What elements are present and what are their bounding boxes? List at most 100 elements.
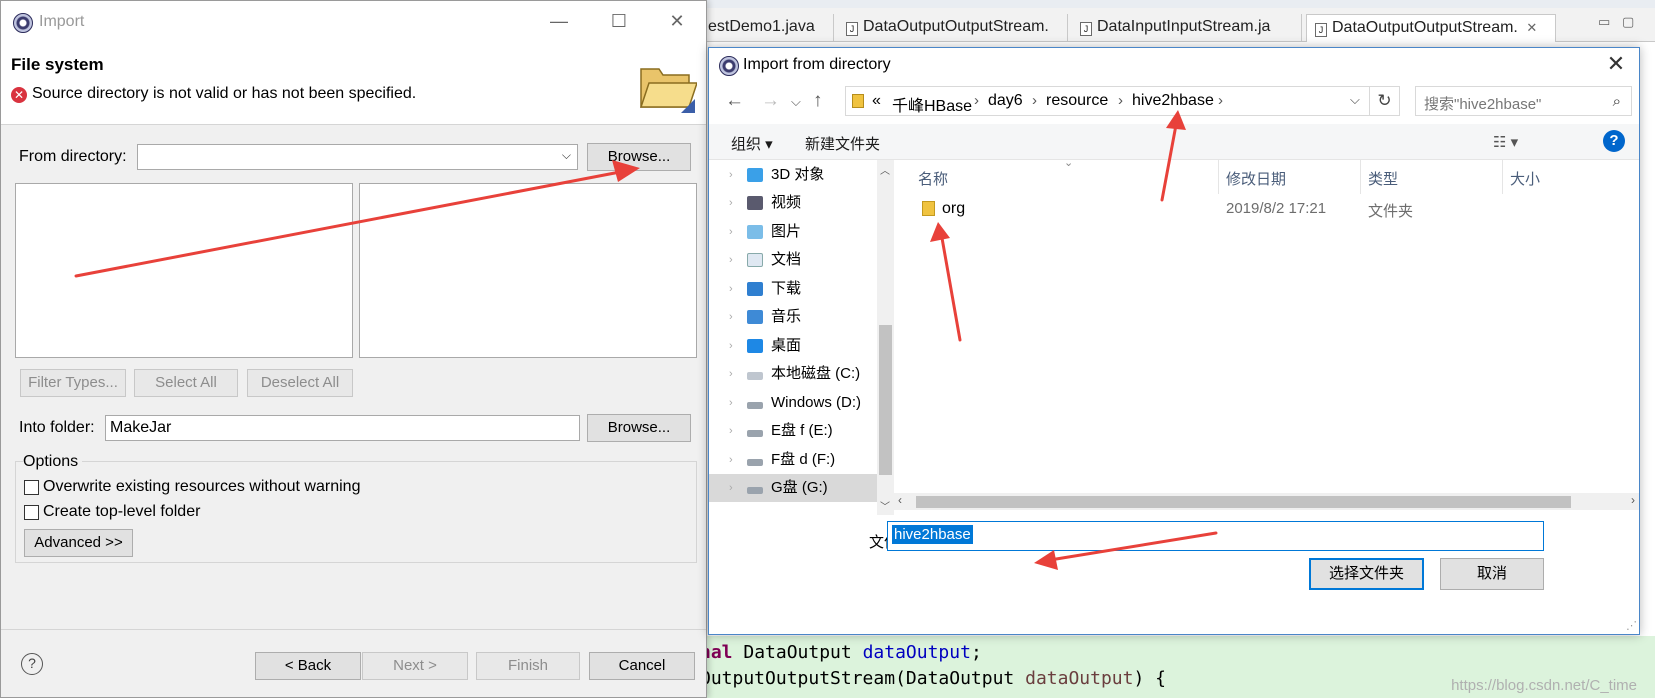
scroll-down-icon[interactable]: ﹀ bbox=[880, 498, 890, 513]
scroll-right-icon[interactable]: › bbox=[1631, 493, 1635, 507]
editor-tab-active[interactable]: J DataOutputOutputStream. ✕ bbox=[1306, 14, 1556, 42]
maximize-view-icon[interactable]: ▢ bbox=[1622, 14, 1634, 30]
view-options-icon[interactable]: ☷ ▾ bbox=[1493, 133, 1518, 151]
up-arrow-icon[interactable]: ↑ bbox=[813, 90, 823, 112]
column-header-modified[interactable]: 修改日期 bbox=[1226, 168, 1286, 189]
scroll-left-icon[interactable]: ‹ bbox=[898, 493, 902, 507]
breadcrumb-separator-icon[interactable]: › bbox=[1118, 92, 1123, 109]
refresh-icon[interactable]: ↻ bbox=[1370, 86, 1400, 116]
expand-chevron-icon[interactable]: › bbox=[729, 189, 733, 217]
nav-scrollbar[interactable]: ︿ ﹀ bbox=[877, 160, 894, 515]
minimize-icon[interactable]: — bbox=[549, 11, 569, 31]
help-icon[interactable]: ? bbox=[1603, 130, 1625, 152]
list-item[interactable]: org 2019/8/2 17:21 文件夹 bbox=[914, 196, 1614, 222]
nav-item-videos[interactable]: › 视频 bbox=[709, 189, 877, 217]
close-icon[interactable]: ✕ bbox=[667, 11, 687, 31]
folder-input[interactable]: hive2hbase bbox=[887, 521, 1544, 551]
nav-item-drive-e[interactable]: › E盘 f (E:) bbox=[709, 417, 877, 445]
horizontal-scrollbar[interactable]: ‹ › bbox=[894, 493, 1639, 510]
finish-button[interactable]: Finish bbox=[476, 652, 580, 680]
column-header-type[interactable]: 类型 bbox=[1368, 168, 1398, 189]
expand-chevron-icon[interactable]: › bbox=[729, 218, 733, 246]
back-arrow-icon[interactable]: ← bbox=[725, 90, 744, 112]
new-folder-button[interactable]: 新建文件夹 bbox=[805, 133, 880, 154]
navigation-pane: › 3D 对象 › 视频 › 图片 › 文档 › 下载 › 音乐 › 桌面 › … bbox=[709, 160, 894, 515]
nav-item-pictures[interactable]: › 图片 bbox=[709, 218, 877, 246]
resize-gripper-icon[interactable]: ⋰ bbox=[1626, 619, 1637, 632]
close-icon[interactable]: ✕ bbox=[1601, 51, 1631, 79]
nav-item-drive-d[interactable]: › Windows (D:) bbox=[709, 389, 877, 417]
search-icon[interactable]: ⌕ bbox=[1613, 93, 1621, 110]
dialog-cancel-button[interactable]: 取消 bbox=[1440, 558, 1544, 590]
editor-tab[interactable]: J DataOutputOutputStream. bbox=[838, 14, 1068, 42]
select-all-button[interactable]: Select All bbox=[134, 369, 238, 397]
expand-chevron-icon[interactable]: › bbox=[729, 360, 733, 388]
column-divider[interactable] bbox=[1502, 160, 1503, 194]
address-bar[interactable]: « 千峰HBase › day6 › resource › hive2hbase… bbox=[845, 86, 1370, 116]
expand-chevron-icon[interactable]: › bbox=[729, 303, 733, 331]
nav-item-label: E盘 f (E:) bbox=[771, 422, 833, 439]
breadcrumb-item[interactable]: 千峰HBase bbox=[892, 92, 972, 116]
column-header-name[interactable]: 名称 bbox=[918, 168, 948, 189]
nav-item-downloads[interactable]: › 下载 bbox=[709, 275, 877, 303]
back-button[interactable]: < Back bbox=[255, 652, 361, 680]
search-input[interactable]: 搜索"hive2hbase" ⌕ bbox=[1415, 86, 1632, 116]
code-type: DataOutput bbox=[732, 642, 863, 663]
breadcrumb-separator-icon[interactable]: › bbox=[974, 92, 979, 109]
nav-item-drive-g[interactable]: › G盘 (G:) bbox=[709, 474, 877, 502]
nav-item-drive-c[interactable]: › 本地磁盘 (C:) bbox=[709, 360, 877, 388]
from-directory-combo[interactable]: ⌵ bbox=[137, 144, 578, 170]
expand-chevron-icon[interactable]: › bbox=[729, 275, 733, 303]
column-divider[interactable] bbox=[1360, 160, 1361, 194]
minimize-view-icon[interactable]: ▭ bbox=[1598, 14, 1610, 30]
nav-item-3d-objects[interactable]: › 3D 对象 bbox=[709, 161, 877, 189]
expand-chevron-icon[interactable]: › bbox=[729, 446, 733, 474]
close-tab-icon[interactable]: ✕ bbox=[1526, 20, 1537, 35]
column-header-size[interactable]: 大小 bbox=[1510, 168, 1540, 189]
browse-into-button[interactable]: Browse... bbox=[587, 414, 691, 442]
code-punct: ) { bbox=[1133, 668, 1166, 689]
expand-chevron-icon[interactable]: › bbox=[729, 161, 733, 189]
organize-menu[interactable]: 组织 ▾ bbox=[731, 133, 773, 154]
browse-from-button[interactable]: Browse... bbox=[587, 143, 691, 171]
editor-tab[interactable]: estDemo1.java bbox=[700, 14, 834, 42]
nav-item-desktop[interactable]: › 桌面 bbox=[709, 332, 877, 360]
nav-item-music[interactable]: › 音乐 bbox=[709, 303, 877, 331]
create-top-level-checkbox[interactable] bbox=[24, 505, 39, 520]
breadcrumb-separator-icon[interactable]: › bbox=[1218, 92, 1223, 109]
maximize-icon[interactable]: ☐ bbox=[609, 11, 629, 31]
file-list[interactable] bbox=[359, 183, 697, 358]
chevron-down-icon[interactable]: ⌵ bbox=[1350, 92, 1360, 108]
recent-locations-chevron-icon[interactable]: ⌵ bbox=[791, 94, 801, 110]
breadcrumb-separator-icon[interactable]: › bbox=[1032, 92, 1037, 109]
error-message: Source directory is not valid or has not… bbox=[32, 85, 417, 102]
deselect-all-button[interactable]: Deselect All bbox=[247, 369, 353, 397]
expand-chevron-icon[interactable]: › bbox=[729, 389, 733, 417]
scroll-up-icon[interactable]: ︿ bbox=[880, 162, 890, 177]
expand-chevron-icon[interactable]: › bbox=[729, 246, 733, 274]
folder-tree-list[interactable] bbox=[15, 183, 353, 358]
help-icon[interactable]: ? bbox=[21, 653, 43, 675]
scrollbar-thumb[interactable] bbox=[879, 325, 892, 475]
error-icon: ✕ bbox=[11, 87, 27, 103]
select-folder-button[interactable]: 选择文件夹 bbox=[1309, 558, 1424, 590]
cancel-button[interactable]: Cancel bbox=[589, 652, 695, 680]
folder-icon bbox=[922, 201, 935, 216]
expand-chevron-icon[interactable]: › bbox=[729, 332, 733, 360]
expand-chevron-icon[interactable]: › bbox=[729, 417, 733, 445]
advanced-button[interactable]: Advanced >> bbox=[24, 529, 133, 557]
into-folder-input[interactable]: MakeJar bbox=[105, 415, 580, 441]
nav-item-drive-f[interactable]: › F盘 d (F:) bbox=[709, 446, 877, 474]
next-button[interactable]: Next > bbox=[362, 652, 468, 680]
column-divider[interactable] bbox=[1218, 160, 1219, 194]
scrollbar-thumb[interactable] bbox=[916, 496, 1571, 508]
expand-chevron-icon[interactable]: › bbox=[729, 474, 733, 502]
editor-tab[interactable]: J DataInputInputStream.ja bbox=[1072, 14, 1302, 42]
breadcrumb-item[interactable]: day6 bbox=[988, 92, 1023, 110]
nav-item-documents[interactable]: › 文档 bbox=[709, 246, 877, 274]
forward-arrow-icon[interactable]: → bbox=[761, 90, 780, 112]
breadcrumb-item[interactable]: hive2hbase bbox=[1132, 92, 1214, 110]
overwrite-checkbox[interactable] bbox=[24, 480, 39, 495]
filter-types-button[interactable]: Filter Types... bbox=[20, 369, 126, 397]
breadcrumb-item[interactable]: resource bbox=[1046, 92, 1108, 110]
